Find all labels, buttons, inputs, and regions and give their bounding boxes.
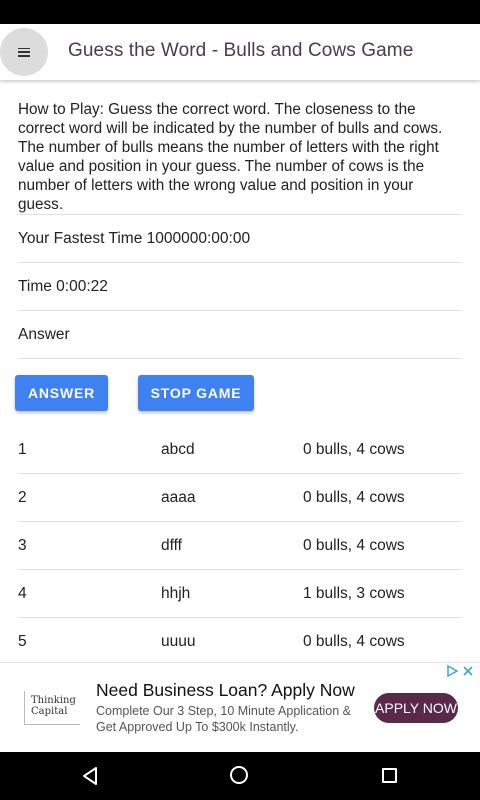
ad-choices[interactable] [446,665,474,677]
guess-word: abcd [161,440,195,458]
guess-number: 2 [18,488,27,506]
guess-word: dfff [161,536,182,554]
guess-number: 4 [18,584,27,602]
list-item: 5 uuuu 0 bulls, 4 cows [18,618,462,666]
list-item: 2 aaaa 0 bulls, 4 cows [18,474,462,522]
button-row: ANSWER STOP GAME [15,375,254,411]
list-item: 3 dfff 0 bulls, 4 cows [18,522,462,570]
guess-result: 0 bulls, 4 cows [303,633,405,650]
guess-word: hhjh [161,584,191,602]
stop-game-button[interactable]: STOP GAME [138,375,254,411]
list-item: 1 abcd 0 bulls, 4 cows [18,426,462,474]
close-icon[interactable] [462,665,474,677]
main-content: How to Play: Guess the correct word. The… [18,80,462,359]
page-title: Guess the Word - Bulls and Cows Game [68,40,414,61]
apply-now-button[interactable]: APPLY NOW [374,693,458,723]
guess-result: 0 bulls, 4 cows [303,536,405,554]
status-bar [0,0,480,24]
divider [18,358,462,359]
ad-banner[interactable]: Thinking Capital Need Business Loan? App… [0,662,480,752]
guess-result: 0 bulls, 4 cows [303,440,405,458]
guess-number: 5 [18,633,27,650]
list-item: 4 hhjh 1 bulls, 3 cows [18,570,462,618]
guess-number: 3 [18,536,27,554]
home-icon[interactable] [230,766,248,784]
guess-number: 1 [18,440,27,458]
how-to-play-text: How to Play: Guess the correct word. The… [18,101,443,213]
ad-headline[interactable]: Need Business Loan? Apply Now [96,680,355,701]
guess-result: 0 bulls, 4 cows [303,488,405,506]
guess-result: 1 bulls, 3 cows [303,584,405,602]
navigation-bar [0,752,480,800]
hamburger-menu-icon[interactable] [0,28,48,76]
answer-input[interactable]: Answer [18,310,462,358]
recent-apps-icon[interactable] [382,768,397,783]
ad-choices-icon[interactable] [446,665,458,677]
guess-history-list: 1 abcd 0 bulls, 4 cows 2 aaaa 0 bulls, 4… [18,426,462,666]
timer: Time 0:00:22 [18,262,462,310]
advertiser-logo: Thinking Capital [24,691,80,725]
ad-body: Complete Our 3 Step, 10 Minute Applicati… [96,704,352,734]
guess-word: uuuu [161,633,196,650]
back-icon[interactable] [80,766,100,786]
guess-word: aaaa [161,488,196,506]
fastest-time: Your Fastest Time 1000000:00:00 [18,214,462,262]
answer-button[interactable]: ANSWER [15,375,108,411]
app-bar: Guess the Word - Bulls and Cows Game [0,24,480,80]
